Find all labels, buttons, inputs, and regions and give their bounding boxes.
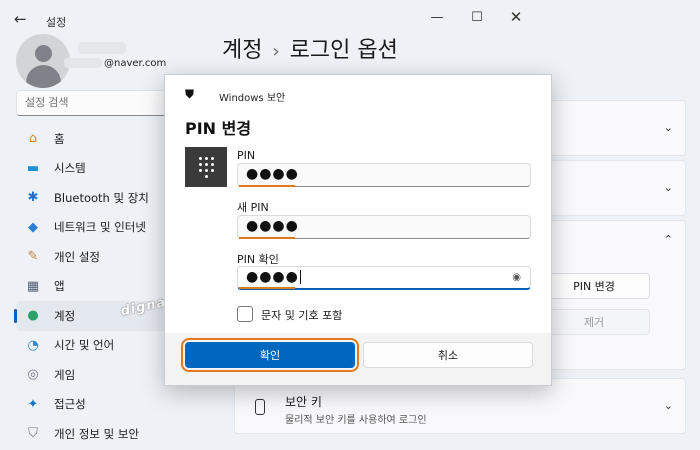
breadcrumb-separator: › <box>272 41 280 62</box>
current-pin-highlight <box>239 185 295 187</box>
sidebar-item-10[interactable]: ⛉ 개인 정보 및 보안 <box>16 419 226 449</box>
chevron-down-icon[interactable]: ⌄ <box>664 121 673 134</box>
windows-security-shield-icon: ⛊ <box>185 87 195 101</box>
search-input[interactable] <box>16 90 168 116</box>
user-email-redacted <box>64 58 102 68</box>
usb-key-icon <box>255 399 265 415</box>
ok-button[interactable]: 확인 <box>181 338 359 372</box>
avatar-body <box>26 65 61 88</box>
dialog-app-name: Windows 보안 <box>219 93 286 104</box>
reveal-password-eye-icon[interactable]: ◉ <box>512 272 522 283</box>
breadcrumb-parent[interactable]: 계정 <box>222 38 262 63</box>
new-pin-highlight <box>239 237 295 239</box>
back-button[interactable]: ← <box>14 10 27 28</box>
sidebar-item-label: 게임 <box>54 367 76 382</box>
sidebar-item-label: 접근성 <box>54 397 86 412</box>
bluetooth-icon: ✱ <box>27 190 39 206</box>
sidebar-item-label: 개인 정보 및 보안 <box>54 426 140 441</box>
chevron-up-icon[interactable]: ⌃ <box>664 233 673 246</box>
shield-icon: ⛉ <box>28 426 38 442</box>
sidebar-item-label: 앱 <box>54 279 65 294</box>
close-button[interactable]: ✕ <box>503 8 529 26</box>
text-caret <box>299 270 301 284</box>
user-name-redacted <box>78 42 126 54</box>
sidebar-item-label: 계정 <box>54 308 76 323</box>
new-pin-input[interactable]: ●●●● <box>237 215 531 239</box>
confirm-pin-highlight <box>239 287 295 289</box>
remove-pin-button[interactable]: 제거 <box>538 309 650 335</box>
sidebar-item-label: 개인 설정 <box>54 249 100 264</box>
chevron-down-icon[interactable]: ⌄ <box>664 399 673 412</box>
sidebar-item-9[interactable]: ✦ 접근성 <box>16 390 226 420</box>
account-icon: ● <box>27 308 39 324</box>
sidebar-item-label: 홈 <box>54 131 65 146</box>
security-key-card[interactable]: 보안 키 물리적 보안 키를 사용하여 로그인 ⌄ <box>234 378 686 434</box>
avatar-head <box>35 45 52 62</box>
chevron-down-icon[interactable]: ⌄ <box>664 181 673 194</box>
minimize-button[interactable]: — <box>424 8 450 26</box>
accessibility-icon: ✦ <box>27 396 39 412</box>
sidebar-item-label: 네트워크 및 인터넷 <box>54 220 146 235</box>
pin-change-dialog: ⛊ Windows 보안 PIN 변경 PIN ●●●● 새 PIN ●●●● … <box>164 74 552 386</box>
security-key-subtitle: 물리적 보안 키를 사용하여 로그인 <box>285 415 427 426</box>
confirm-pin-value: ●●●● <box>246 269 299 285</box>
globe-clock-icon: ◔ <box>27 337 39 353</box>
avatar[interactable] <box>16 34 70 88</box>
home-icon: ⌂ <box>28 131 38 147</box>
include-symbols-label[interactable]: 문자 및 기호 포함 <box>261 307 342 323</box>
monitor-icon: ▬ <box>26 160 40 176</box>
cancel-button[interactable]: 취소 <box>363 342 533 368</box>
breadcrumb-current: 로그인 옵션 <box>289 38 398 63</box>
confirm-pin-label: PIN 확인 <box>237 253 279 266</box>
current-pin-input[interactable]: ●●●● <box>237 163 531 187</box>
apps-icon: ▦ <box>26 278 40 294</box>
keypad-dots <box>198 156 214 178</box>
maximize-button[interactable]: ☐ <box>464 8 490 26</box>
sidebar-item-label: 시간 및 언어 <box>54 338 115 353</box>
dialog-title: PIN 변경 <box>185 119 252 138</box>
keypad-icon <box>185 147 227 187</box>
current-pin-label: PIN <box>237 149 256 162</box>
user-email: @naver.com <box>104 58 167 69</box>
include-symbols-checkbox[interactable] <box>237 306 253 322</box>
app-title: 설정 <box>46 16 67 29</box>
sidebar-item-label: Bluetooth 및 장치 <box>54 190 149 205</box>
pin-change-button[interactable]: PIN 변경 <box>538 273 650 299</box>
title-bar: ← 설정 — ☐ ✕ <box>0 0 700 36</box>
breadcrumb: 계정 › 로그인 옵션 <box>222 32 398 64</box>
wifi-icon: ◆ <box>28 219 38 235</box>
brush-icon: ✎ <box>27 249 39 265</box>
gamepad-icon: ◎ <box>27 367 39 383</box>
new-pin-label: 새 PIN <box>237 201 269 214</box>
security-key-title: 보안 키 <box>285 395 322 409</box>
sidebar-item-label: 시스템 <box>54 161 86 176</box>
